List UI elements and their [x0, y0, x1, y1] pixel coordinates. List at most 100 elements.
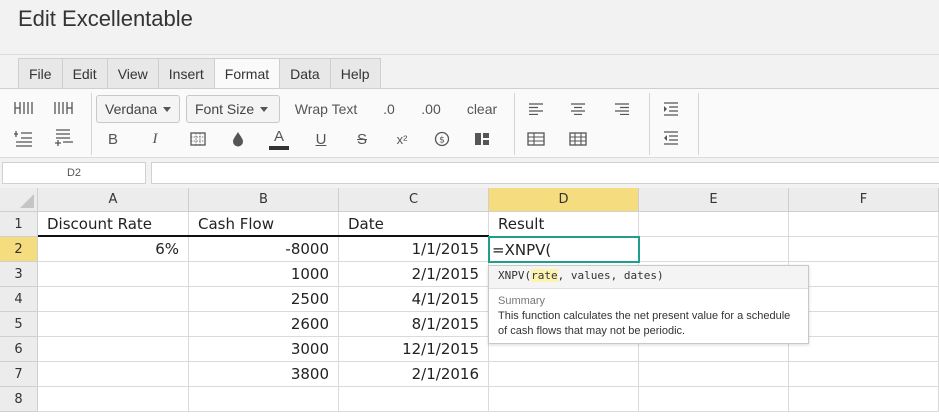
column-header-f[interactable]: F — [789, 188, 939, 212]
clear-format-button[interactable]: clear — [462, 99, 502, 119]
cell-b6[interactable]: 3000 — [189, 337, 339, 362]
cell-b3[interactable]: 1000 — [189, 262, 339, 287]
table-format-icon[interactable] — [568, 129, 588, 149]
menu-data[interactable]: Data — [279, 58, 330, 89]
description-line-1: This function calculates the net present… — [498, 310, 791, 322]
cell-a2[interactable]: 6% — [38, 237, 189, 262]
font-color-button[interactable]: A — [268, 125, 290, 153]
cell-e1[interactable] — [639, 212, 789, 237]
toolbar-divider — [514, 93, 515, 155]
superscript-button[interactable]: x² — [391, 129, 413, 149]
cell-b7[interactable]: 3800 — [189, 362, 339, 387]
font-size-select[interactable]: Font Size — [186, 95, 280, 123]
currency-icon[interactable]: $ — [432, 129, 452, 149]
cell-b5[interactable]: 2600 — [189, 312, 339, 337]
column-header-b[interactable]: B — [189, 188, 339, 212]
row-header-1[interactable]: 1 — [0, 212, 38, 237]
cell-a6[interactable] — [38, 337, 189, 362]
cell-b8[interactable] — [189, 387, 339, 412]
cell-f4[interactable] — [789, 287, 939, 312]
cell-d1[interactable]: Result — [489, 212, 639, 237]
menu-format[interactable]: Format — [213, 58, 280, 89]
cell-c7[interactable]: 2/1/2016 — [339, 362, 489, 387]
row-header-5[interactable]: 5 — [0, 312, 38, 337]
insert-column-right-icon[interactable] — [53, 98, 75, 118]
active-cell-editor[interactable]: =XNPV( — [488, 236, 640, 263]
cell-c2[interactable]: 1/1/2015 — [339, 237, 489, 262]
cell-f7[interactable] — [789, 362, 939, 387]
cell-f2[interactable] — [789, 237, 939, 262]
cell-c1[interactable]: Date — [339, 212, 489, 237]
row-header-6[interactable]: 6 — [0, 337, 38, 362]
align-center-icon[interactable] — [568, 100, 588, 118]
align-left-icon[interactable] — [526, 100, 546, 118]
formula-bar-input[interactable] — [151, 162, 939, 184]
cell-d8[interactable] — [489, 387, 639, 412]
cell-a3[interactable] — [38, 262, 189, 287]
column-header-e[interactable]: E — [639, 188, 789, 212]
column-header-c[interactable]: C — [339, 188, 489, 212]
select-all-corner[interactable] — [0, 188, 38, 212]
wrap-text-button[interactable]: Wrap Text — [290, 99, 362, 119]
menu-file[interactable]: File — [18, 58, 62, 89]
cell-a1[interactable]: Discount Rate — [38, 212, 189, 237]
row-header-2[interactable]: 2 — [0, 237, 38, 262]
menu-view[interactable]: View — [106, 58, 158, 89]
indent-decrease-icon[interactable] — [661, 129, 681, 147]
insert-row-below-icon[interactable] — [53, 128, 75, 148]
menu-edit[interactable]: Edit — [61, 58, 107, 89]
cell-e2[interactable] — [639, 237, 789, 262]
decrease-decimal-button[interactable]: .0 — [376, 99, 402, 119]
column-header-d[interactable]: D — [489, 188, 639, 212]
row-header-8[interactable]: 8 — [0, 387, 38, 412]
menu-bar: File Edit View Insert Format Data Help — [18, 58, 381, 89]
increase-decimal-button[interactable]: .00 — [416, 99, 446, 119]
row-header-7[interactable]: 7 — [0, 362, 38, 387]
cell-b1[interactable]: Cash Flow — [189, 212, 339, 237]
cell-c5[interactable]: 8/1/2015 — [339, 312, 489, 337]
cell-a5[interactable] — [38, 312, 189, 337]
borders-icon[interactable] — [188, 129, 208, 149]
indent-increase-icon[interactable] — [661, 100, 681, 118]
row-header-3[interactable]: 3 — [0, 262, 38, 287]
table-grid-icon[interactable] — [526, 129, 546, 149]
strikethrough-button[interactable]: S — [352, 129, 372, 149]
toolbar-divider — [698, 93, 699, 155]
font-color-swatch — [269, 146, 289, 150]
function-tooltip: XNPV(rate, values, dates) Summary This f… — [488, 265, 809, 344]
cell-c6[interactable]: 12/1/2015 — [339, 337, 489, 362]
cell-e8[interactable] — [639, 387, 789, 412]
menu-help[interactable]: Help — [329, 58, 381, 89]
underline-button[interactable]: U — [311, 129, 331, 149]
cell-b4[interactable]: 2500 — [189, 287, 339, 312]
insert-row-above-icon[interactable] — [12, 128, 34, 148]
menu-insert[interactable]: Insert — [157, 58, 214, 89]
align-right-icon[interactable] — [612, 100, 632, 118]
function-description: This function calculates the net present… — [489, 307, 808, 341]
cell-c3[interactable]: 2/1/2015 — [339, 262, 489, 287]
cell-f6[interactable] — [789, 337, 939, 362]
cell-name-box[interactable]: D2 — [2, 162, 146, 184]
cell-f1[interactable] — [789, 212, 939, 237]
cell-f8[interactable] — [789, 387, 939, 412]
bold-button[interactable]: B — [103, 129, 123, 149]
font-family-select[interactable]: Verdana — [96, 95, 180, 123]
cell-e7[interactable] — [639, 362, 789, 387]
page-title: Edit Excellentable — [18, 6, 193, 31]
merge-cells-icon[interactable] — [472, 129, 492, 149]
cell-f5[interactable] — [789, 312, 939, 337]
cell-b2[interactable]: -8000 — [189, 237, 339, 262]
column-header-a[interactable]: A — [38, 188, 189, 212]
cell-c4[interactable]: 4/1/2015 — [339, 287, 489, 312]
cell-d7[interactable] — [489, 362, 639, 387]
italic-button[interactable]: I — [145, 129, 165, 149]
cell-a8[interactable] — [38, 387, 189, 412]
fill-color-icon[interactable] — [228, 129, 248, 149]
cell-a7[interactable] — [38, 362, 189, 387]
cell-f3[interactable] — [789, 262, 939, 287]
row-header-4[interactable]: 4 — [0, 287, 38, 312]
cell-c8[interactable] — [339, 387, 489, 412]
toolbar-divider — [649, 93, 650, 155]
cell-a4[interactable] — [38, 287, 189, 312]
insert-column-left-icon[interactable] — [12, 98, 34, 118]
